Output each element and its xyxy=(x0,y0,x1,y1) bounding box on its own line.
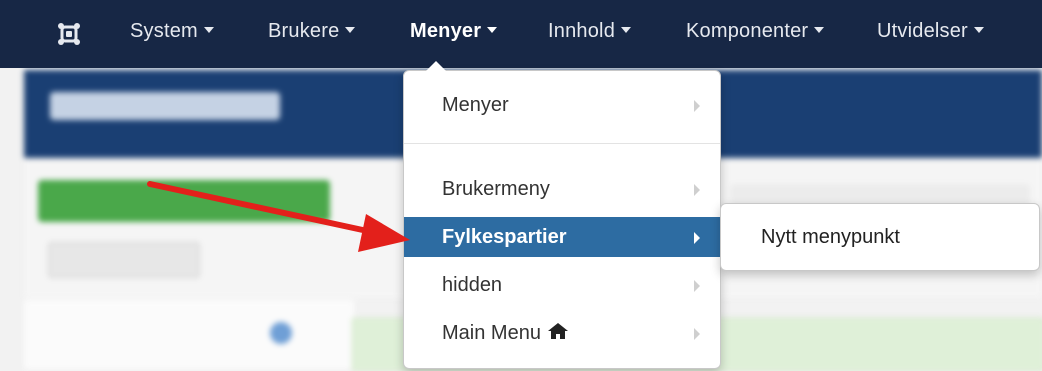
dropdown-item-label: Menyer xyxy=(442,94,509,116)
caret-down-icon xyxy=(814,26,825,33)
dropdown-item-main-menu[interactable]: Main Menu xyxy=(404,313,720,353)
menyer-dropdown: Menyer Brukermeny Fylkespartier hidden M… xyxy=(403,61,721,369)
dropdown-item-brukermeny[interactable]: Brukermeny xyxy=(404,169,720,209)
info-icon xyxy=(270,322,292,344)
caret-down-icon xyxy=(973,26,984,33)
caret-down-icon xyxy=(621,26,632,33)
caret-down-icon xyxy=(345,26,356,33)
chevron-right-icon xyxy=(694,328,700,340)
chevron-right-icon xyxy=(694,280,700,292)
nav-brukere[interactable]: Brukere xyxy=(268,20,356,43)
joomla-logo-icon[interactable] xyxy=(57,22,81,46)
nav-innhold-label: Innhold xyxy=(548,20,616,42)
nav-system-label: System xyxy=(130,20,198,42)
dropdown-item-label-wrap: Main Menu xyxy=(442,322,569,345)
dropdown-item-label: Fylkespartier xyxy=(442,226,567,248)
fylkespartier-submenu: Nytt menypunkt xyxy=(720,203,1040,271)
top-navbar: System Brukere Menyer Innhold Komponente… xyxy=(0,0,1042,68)
chevron-right-icon xyxy=(694,184,700,196)
chevron-right-icon xyxy=(694,232,700,244)
caret-down-icon xyxy=(487,26,498,33)
submenu-item-nytt-menypunkt[interactable]: Nytt menypunkt xyxy=(761,226,900,249)
dropdown-divider xyxy=(404,143,720,144)
caret-down-icon xyxy=(203,26,214,33)
home-icon xyxy=(547,322,568,339)
folder-button[interactable] xyxy=(48,242,200,278)
dropdown-item-menyer[interactable]: Menyer xyxy=(404,85,720,125)
nav-utvidelser-label: Utvidelser xyxy=(877,20,968,42)
sidebar-area xyxy=(24,300,354,369)
nav-menyer-label: Menyer xyxy=(410,20,482,42)
nav-komponenter-label: Komponenter xyxy=(686,20,809,42)
dropdown-item-fylkespartier[interactable]: Fylkespartier xyxy=(404,217,720,257)
nav-menyer[interactable]: Menyer xyxy=(410,20,498,43)
nav-system[interactable]: System xyxy=(130,20,214,43)
dropdown-item-hidden[interactable]: hidden xyxy=(404,265,720,305)
dropdown-item-label: Brukermeny xyxy=(442,178,550,200)
page-title xyxy=(50,92,280,120)
new-button[interactable] xyxy=(38,180,330,222)
nav-utvidelser[interactable]: Utvidelser xyxy=(877,20,984,43)
dropdown-item-label: hidden xyxy=(442,274,503,296)
chevron-right-icon xyxy=(694,100,700,112)
nav-innhold[interactable]: Innhold xyxy=(548,20,632,43)
nav-brukere-label: Brukere xyxy=(268,20,340,42)
dropdown-item-label: Main Menu xyxy=(442,322,541,344)
nav-komponenter[interactable]: Komponenter xyxy=(686,20,825,43)
